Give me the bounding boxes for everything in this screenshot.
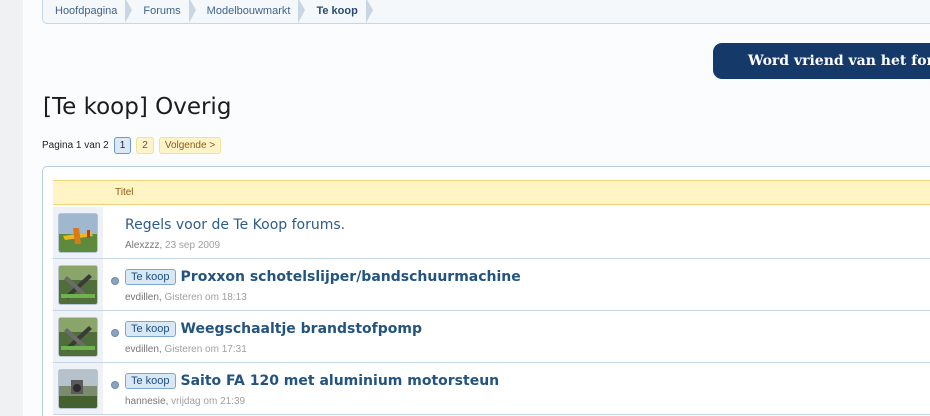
thread-meta: evdillen, Gisteren om 17:31	[125, 344, 247, 355]
column-title-header[interactable]: Titel	[115, 187, 134, 198]
thread-title-line: Te koop Proxxon schotelslijper/bandschuu…	[125, 269, 521, 285]
thread-title-link[interactable]: Weegschaaltje brandstofpomp	[181, 321, 422, 337]
page-title: [Te koop] Overig	[43, 94, 232, 120]
thread-prefix-badge[interactable]: Te koop	[125, 321, 176, 337]
thread-row: Te koop Proxxon schotelslijper/bandschuu…	[53, 259, 930, 311]
become-friend-button[interactable]: Word vriend van het forum,	[713, 43, 930, 79]
status-dot-icon	[111, 381, 119, 389]
thread-title-link[interactable]: Saito FA 120 met aluminium motorsteun	[181, 373, 500, 389]
thread-date: 23 sep 2009	[165, 240, 221, 251]
thread-row: Te koop Weegschaaltje brandstofpomp evdi…	[53, 311, 930, 363]
thread-author[interactable]: Alexzzz	[125, 240, 159, 251]
thread-title-line: Regels voor de Te Koop forums.	[125, 217, 345, 233]
thread-meta: evdillen, Gisteren om 18:13	[125, 292, 247, 303]
avatar[interactable]	[58, 265, 98, 305]
thread-title-line: Te koop Saito FA 120 met aluminium motor…	[125, 373, 499, 389]
breadcrumb-forums[interactable]: Forums	[131, 0, 196, 23]
page-2-link[interactable]: 2	[136, 137, 154, 154]
thread-title-link[interactable]: Regels voor de Te Koop forums.	[125, 217, 345, 233]
thread-date: Gisteren om 17:31	[164, 344, 247, 355]
pagination-label: Pagina 1 van 2	[42, 140, 109, 151]
thread-row: Regels voor de Te Koop forums. Alexzzz, …	[53, 207, 930, 259]
status-dot-icon	[111, 329, 119, 337]
thread-title-line: Te koop Weegschaaltje brandstofpomp	[125, 321, 422, 337]
thread-title-link[interactable]: Proxxon schotelslijper/bandschuurmachine	[181, 269, 521, 285]
page-1-link[interactable]: 1	[113, 137, 132, 154]
avatar-cell	[53, 363, 103, 414]
pagination: Pagina 1 van 2 1 2 Volgende >	[42, 137, 226, 154]
main-content: Hoofdpagina Forums Modelbouwmarkt Te koo…	[23, 0, 930, 416]
avatar[interactable]	[58, 213, 98, 253]
thread-row: Te koop Saito FA 120 met aluminium motor…	[53, 363, 930, 415]
avatar-cell	[53, 311, 103, 362]
breadcrumb-home[interactable]: Hoofdpagina	[43, 0, 133, 23]
breadcrumb-modelbouwmarkt[interactable]: Modelbouwmarkt	[195, 0, 306, 23]
thread-list: Titel Regels voor de Te Koop forums. Ale…	[42, 166, 930, 416]
thread-author[interactable]: hannesie	[125, 396, 166, 407]
avatar[interactable]	[58, 317, 98, 357]
breadcrumb-te-koop[interactable]: Te koop	[304, 0, 374, 23]
thread-prefix-badge[interactable]: Te koop	[125, 269, 176, 285]
thread-date: vrijdag om 21:39	[171, 396, 246, 407]
thread-meta: hannesie, vrijdag om 21:39	[125, 396, 246, 407]
status-dot-icon	[111, 277, 119, 285]
thread-meta: Alexzzz, 23 sep 2009	[125, 240, 221, 251]
avatar-cell	[53, 259, 103, 310]
avatar[interactable]	[58, 369, 98, 409]
thread-list-header: Titel	[53, 180, 930, 205]
next-page-link[interactable]: Volgende >	[158, 137, 222, 154]
thread-prefix-badge[interactable]: Te koop	[125, 373, 176, 389]
breadcrumb: Hoofdpagina Forums Modelbouwmarkt Te koo…	[42, 0, 930, 24]
thread-author[interactable]: evdillen	[125, 344, 159, 355]
avatar-cell	[53, 207, 103, 258]
thread-date: Gisteren om 18:13	[164, 292, 247, 303]
thread-author[interactable]: evdillen	[125, 292, 159, 303]
